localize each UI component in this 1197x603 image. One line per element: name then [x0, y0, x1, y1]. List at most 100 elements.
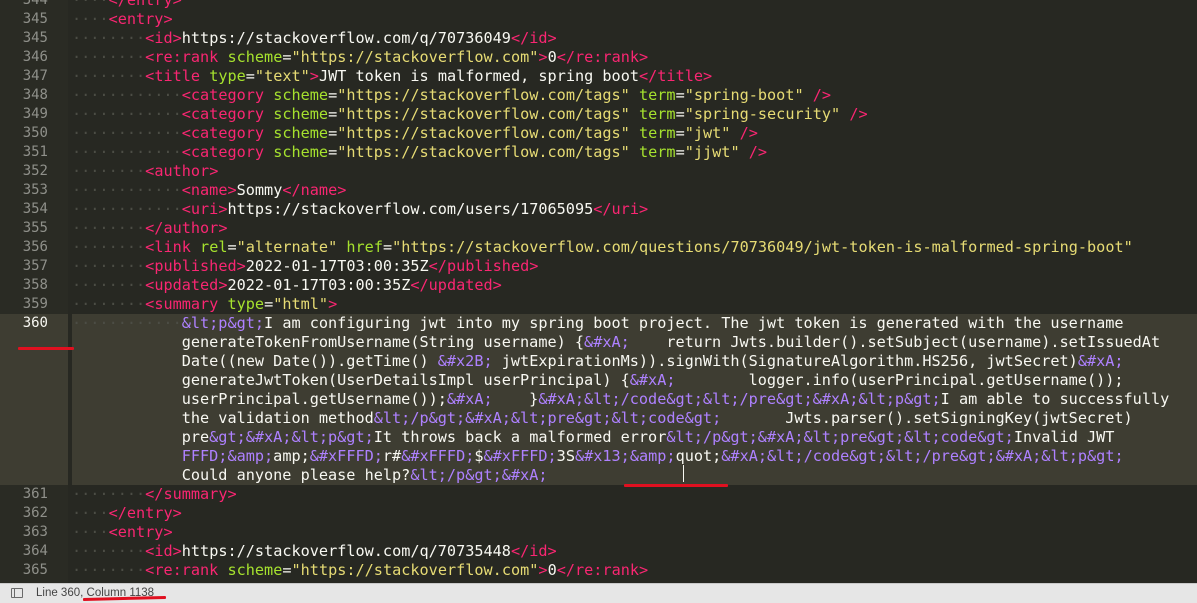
- code-token: quot;: [675, 447, 722, 465]
- code-token: <: [145, 238, 155, 256]
- code-token: id: [154, 542, 173, 560]
- code-token: </: [556, 561, 576, 579]
- code-token: >: [172, 542, 182, 560]
- code-token: uri: [611, 200, 639, 218]
- line-number: 355: [22, 220, 48, 236]
- code-line[interactable]: ········<link rel="alternate" href="http…: [72, 238, 1197, 257]
- code-token: id: [154, 29, 173, 47]
- code-line[interactable]: ············<category scheme="https://st…: [72, 124, 1197, 143]
- code-token: <: [181, 86, 191, 104]
- code-token: &lt;/p&gt;&#xA;&lt;pre&gt;&lt;code&gt;: [666, 428, 1014, 446]
- code-token: >: [529, 257, 539, 275]
- code-token: ········: [72, 48, 146, 66]
- code-token: =: [245, 67, 255, 85]
- code-token: name: [190, 181, 228, 199]
- code-line-current[interactable]: ············&lt;p&gt;I am configuring jw…: [72, 314, 1197, 333]
- code-token: $: [474, 447, 484, 465]
- code-line-current[interactable]: FFFD;&amp;amp;&#xFFFD;r#&#xFFFD;$&#xFFFD…: [72, 447, 1197, 466]
- code-token: <: [181, 105, 191, 123]
- code-token: />: [812, 86, 832, 104]
- code-line[interactable]: ········</author>: [72, 219, 1197, 238]
- code-token: title: [657, 67, 703, 85]
- code-line[interactable]: ········<updated>2022-01-17T03:00:35Z</u…: [72, 276, 1197, 295]
- code-token: ············: [72, 181, 182, 199]
- code-token: 3S: [556, 447, 575, 465]
- code-token: "jwt": [684, 124, 731, 142]
- code-area[interactable]: ····</entry> ····<entry> ········<id>https…: [72, 0, 1197, 583]
- code-line[interactable]: ····<entry>: [72, 523, 1197, 542]
- code-line-current[interactable]: pre&gt;&#xA;&lt;p&gt;It throws back a ma…: [72, 428, 1197, 447]
- code-line-current[interactable]: Date((new Date()).getTime() &#x2B; jwtEx…: [72, 352, 1197, 371]
- code-line-current[interactable]: the validation method&lt;/p&gt;&#xA;&lt;…: [72, 409, 1197, 428]
- code-line[interactable]: ········<published>2022-01-17T03:00:35Z<…: [72, 257, 1197, 276]
- code-token: scheme: [227, 561, 283, 579]
- code-line[interactable]: ············<category scheme="https://st…: [72, 86, 1197, 105]
- code-line[interactable]: ········<id>https://stackoverflow.com/q/…: [72, 542, 1197, 561]
- code-token: &#x2B;: [437, 352, 493, 370]
- code-line[interactable]: ····</entry>: [72, 504, 1197, 523]
- code-line[interactable]: ········<title type="text">JWT token is …: [72, 67, 1197, 86]
- code-line[interactable]: ········<re:rank scheme="https://stackov…: [72, 561, 1197, 580]
- code-token: >: [538, 561, 548, 579]
- code-token: summary: [163, 485, 228, 503]
- code-token: category: [190, 105, 265, 123]
- code-line[interactable]: ············<category scheme="https://st…: [72, 143, 1197, 162]
- code-token: scheme: [273, 124, 329, 142]
- code-line[interactable]: ····</entry>: [72, 0, 1197, 10]
- code-line[interactable]: ············<category scheme="https://st…: [72, 105, 1197, 124]
- sidebar-toggle-icon[interactable]: [11, 588, 23, 598]
- line-number: 351: [22, 144, 48, 160]
- line-number: 364: [22, 543, 48, 559]
- code-token: =: [328, 143, 338, 161]
- line-number: 346: [22, 49, 48, 65]
- code-token: "spring-security": [684, 105, 841, 123]
- code-token: ········: [72, 257, 146, 275]
- code-line[interactable]: ············<name>Sommy</name>: [72, 181, 1197, 200]
- code-token: &lt;/p&gt;&#xA;: [410, 466, 548, 484]
- code-token: summary: [154, 295, 219, 313]
- code-line-current[interactable]: generateJwtToken(UserDetailsImpl userPri…: [72, 371, 1197, 390]
- code-line[interactable]: ············<uri>https://stackoverflow.c…: [72, 200, 1197, 219]
- code-token: >: [209, 162, 219, 180]
- code-token: >: [703, 67, 713, 85]
- line-number: 357: [22, 258, 48, 274]
- code-line-current[interactable]: userPrincipal.getUsername());&#xA; }&#xA…: [72, 390, 1197, 409]
- code-token: "https://stackoverflow.com/tags": [337, 124, 630, 142]
- code-token: entry: [117, 523, 164, 541]
- code-line[interactable]: ········<author>: [72, 162, 1197, 181]
- line-number: 356: [22, 239, 48, 255]
- code-token: re:rank: [154, 561, 219, 579]
- code-token: userPrincipal.getUsername());: [72, 390, 447, 408]
- code-line[interactable]: ········<id>https://stackoverflow.com/q/…: [72, 29, 1197, 48]
- code-token: >: [337, 181, 347, 199]
- code-token: ············: [72, 105, 182, 123]
- code-token: "https://stackoverflow.com/questions/707…: [392, 238, 1133, 256]
- line-number: 363: [22, 524, 48, 540]
- code-token: &#xA;: [629, 371, 676, 389]
- line-number: [0, 447, 68, 466]
- code-token: logger.info(userPrincipal.getUsername())…: [675, 371, 1124, 389]
- code-line[interactable]: ········<re:rank scheme="https://stackov…: [72, 48, 1197, 67]
- code-line-current[interactable]: generateTokenFromUsername(String usernam…: [72, 333, 1197, 352]
- code-token: <: [145, 162, 155, 180]
- code-token: </: [638, 67, 658, 85]
- code-line[interactable]: ········<summary type="html">: [72, 295, 1197, 314]
- code-line[interactable]: ····<entry>: [72, 10, 1197, 29]
- code-token: >: [328, 295, 338, 313]
- line-number: 352: [22, 163, 48, 179]
- line-number: [0, 352, 68, 371]
- code-line-current[interactable]: Could anyone please help?&lt;/p&gt;&#xA;: [72, 466, 1197, 485]
- code-line[interactable]: ········</summary>: [72, 485, 1197, 504]
- code-token: >: [638, 200, 649, 218]
- code-token: "https://stackoverflow.com/tags": [337, 143, 630, 161]
- code-token: "text": [254, 67, 310, 85]
- code-editor[interactable]: 344 345 345 346 347 348 349 350 351 352 353 354 355 3…: [0, 0, 1197, 583]
- line-number: 358: [22, 277, 48, 293]
- code-token: term: [639, 124, 676, 142]
